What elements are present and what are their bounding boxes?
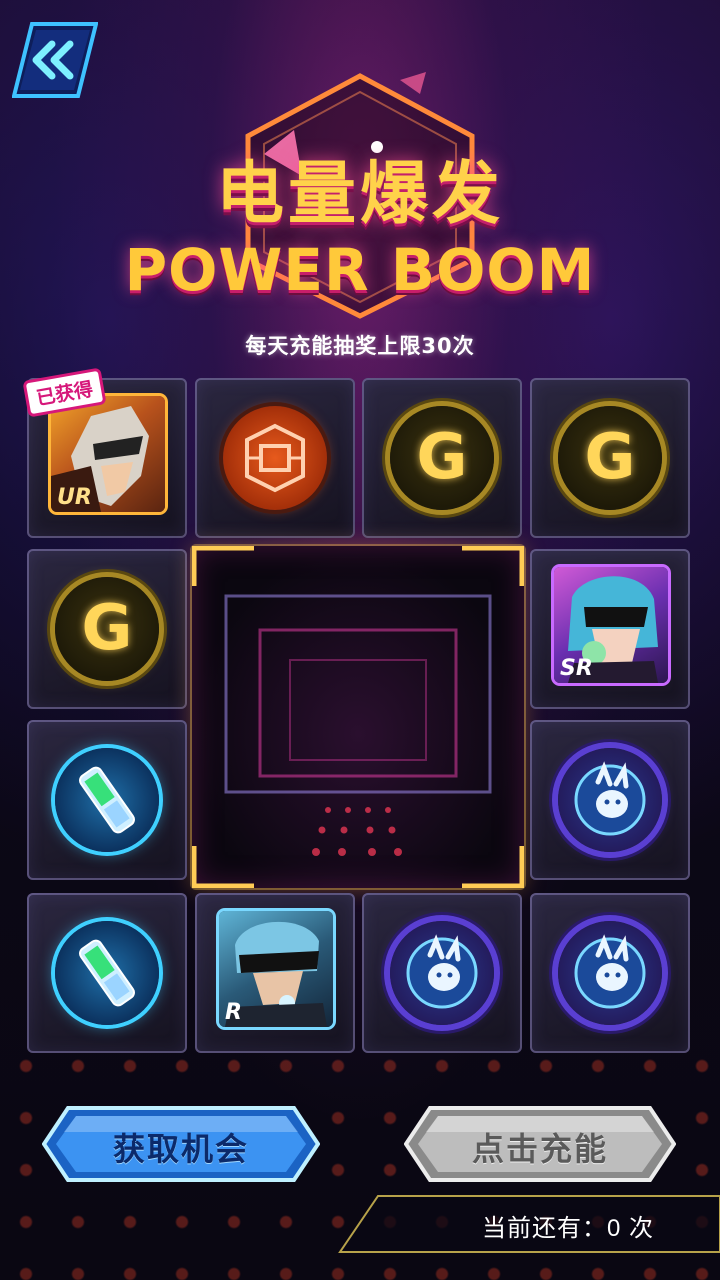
rarity-label-ur: UR (57, 485, 92, 510)
remaining-count-text: 当前还有：0 次 (482, 1208, 654, 1243)
get-chance-label: 获取机会 (112, 1130, 249, 1168)
gold-coin-icon: G (55, 577, 159, 681)
prize-cell-7[interactable] (27, 720, 187, 880)
sr-character-card: SR (554, 567, 668, 683)
remaining-label: 当前还有： (481, 1215, 607, 1242)
prize-cell-1[interactable]: UR 已获得 (22, 367, 187, 538)
prize-cell-12[interactable] (530, 893, 690, 1053)
rarity-label-r: R (225, 1000, 242, 1025)
prize-cell-11[interactable] (362, 893, 522, 1053)
battery-capsule-icon (55, 921, 159, 1025)
daily-limit-text: 每天充能抽奖上限30次 (245, 334, 475, 358)
r-character-card: R (219, 911, 333, 1027)
coin-letter: G (584, 420, 636, 493)
battery-capsule-icon (55, 748, 159, 852)
prize-cell-8[interactable] (530, 720, 690, 880)
draw-center-panel (191, 545, 525, 889)
chip-token-icon (223, 406, 327, 510)
bunny-token-icon (390, 921, 494, 1025)
ur-character-card: UR (51, 396, 165, 512)
prize-cell-9[interactable] (27, 893, 187, 1053)
tunnel-decoration (191, 545, 525, 889)
charge-label: 点击充能 (471, 1130, 608, 1168)
page-title-en: POWER BOOM (124, 236, 596, 304)
prize-cell-3[interactable]: G (362, 378, 522, 538)
bunny-token-icon (558, 921, 662, 1025)
prize-cell-6[interactable]: SR (530, 549, 690, 709)
prize-cell-10[interactable]: R (195, 893, 355, 1053)
prize-cell-2[interactable] (195, 378, 355, 538)
remaining-count: 0 (606, 1215, 622, 1242)
gold-coin-icon: G (390, 406, 494, 510)
gold-coin-icon: G (558, 406, 662, 510)
coin-letter: G (416, 420, 468, 493)
coin-letter: G (81, 591, 133, 664)
prize-cell-4[interactable]: G (530, 378, 690, 538)
get-chance-button[interactable]: 获取机会 (42, 1106, 320, 1182)
page-title-cn: 电量爆发 (215, 154, 504, 234)
remaining-unit: 次 (629, 1215, 654, 1242)
bunny-token-icon (558, 748, 662, 852)
rarity-label-sr: SR (560, 656, 593, 681)
prize-cell-5[interactable]: G (27, 549, 187, 709)
charge-button[interactable]: 点击充能 (404, 1106, 676, 1182)
